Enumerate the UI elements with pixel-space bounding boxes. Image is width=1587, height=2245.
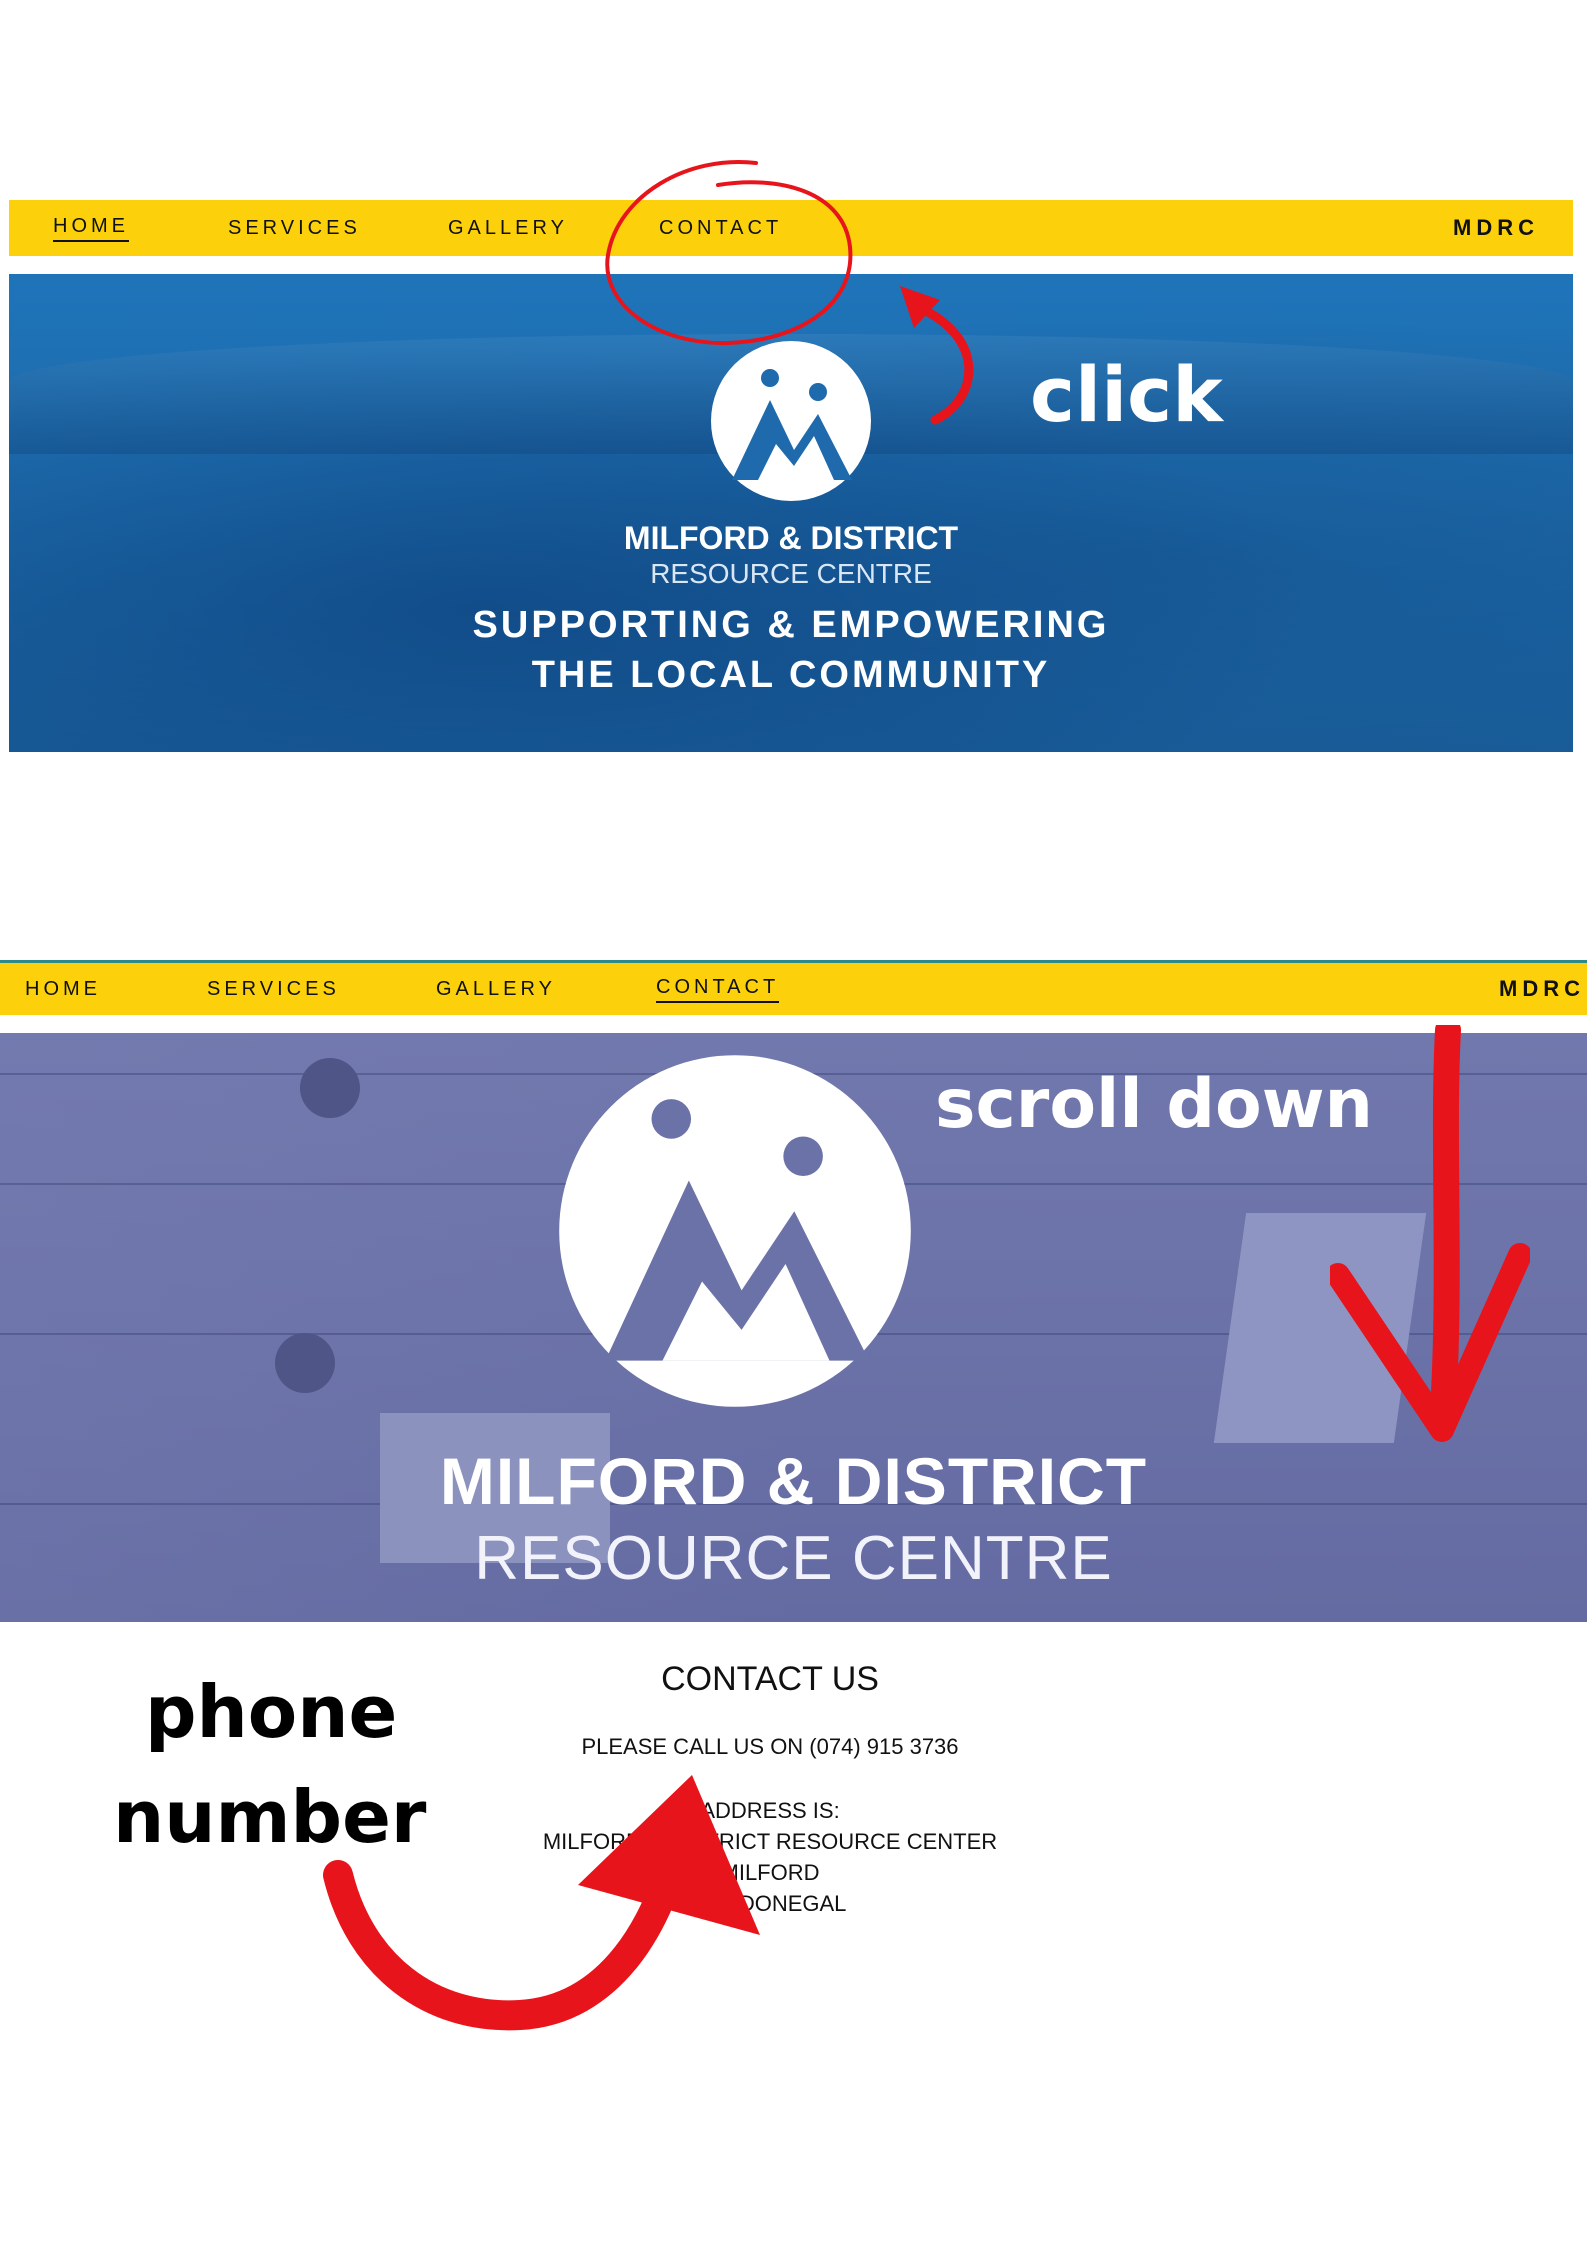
nav-gallery-2[interactable]: GALLERY — [436, 963, 556, 1015]
nav-home-label-2: HOME — [25, 977, 101, 1000]
nav-services-label-2: SERVICES — [207, 977, 340, 1000]
nav-gallery-label-2: GALLERY — [436, 977, 556, 1000]
hero-tagline-2: THE LOCAL COMMUNITY — [531, 654, 1051, 696]
down-arrow-icon — [1330, 1025, 1530, 1442]
annotation-click: click — [1030, 350, 1223, 439]
hero-tagline-1: SUPPORTING & EMPOWERING — [472, 604, 1110, 646]
nav-home-label: HOME — [53, 215, 129, 242]
hero-org-sub: RESOURCE CENTRE — [650, 558, 932, 589]
nav-contact-label-2: CONTACT — [656, 976, 780, 1003]
nav-contact-2[interactable]: CONTACT — [656, 963, 780, 1015]
nav-home[interactable]: HOME — [53, 200, 129, 256]
brand-label-2: MDRC — [1499, 976, 1585, 1001]
nav-gallery-label: GALLERY — [448, 216, 568, 239]
red-circle-highlight — [605, 160, 853, 346]
nav-services-2[interactable]: SERVICES — [207, 963, 340, 1015]
brand-link[interactable]: MDRC — [1453, 200, 1539, 256]
contact-heading: CONTACT US — [661, 1660, 879, 1698]
nav-home-2[interactable]: HOME — [25, 963, 101, 1015]
contact-hero-org-sub: RESOURCE CENTRE — [474, 1524, 1113, 1593]
cup-decoration — [275, 1333, 335, 1393]
contact-phone-line: PLEASE CALL US ON (074) 915 3736 — [581, 1734, 959, 1759]
brand-label: MDRC — [1453, 215, 1539, 240]
nav-services[interactable]: SERVICES — [228, 200, 361, 256]
curved-arrow-icon — [900, 286, 974, 425]
swoosh-arrow-icon — [323, 1775, 760, 2031]
brand-link-2[interactable]: MDRC — [1499, 963, 1585, 1015]
hero-org-name: MILFORD & DISTRICT — [623, 520, 959, 556]
top-nav-bar-2: HOME SERVICES GALLERY CONTACT MDRC — [0, 960, 1587, 1015]
contact-hero-org-name: MILFORD & DISTRICT — [439, 1444, 1148, 1518]
annotation-phone: phone — [145, 1670, 398, 1754]
nav-services-label: SERVICES — [228, 216, 361, 239]
mdrc-logo-icon — [711, 341, 871, 501]
mdrc-logo-icon-large — [559, 1055, 911, 1407]
cup-decoration — [300, 1058, 360, 1118]
nav-gallery[interactable]: GALLERY — [448, 200, 568, 256]
annotation-scroll-down: scroll down — [935, 1065, 1373, 1144]
